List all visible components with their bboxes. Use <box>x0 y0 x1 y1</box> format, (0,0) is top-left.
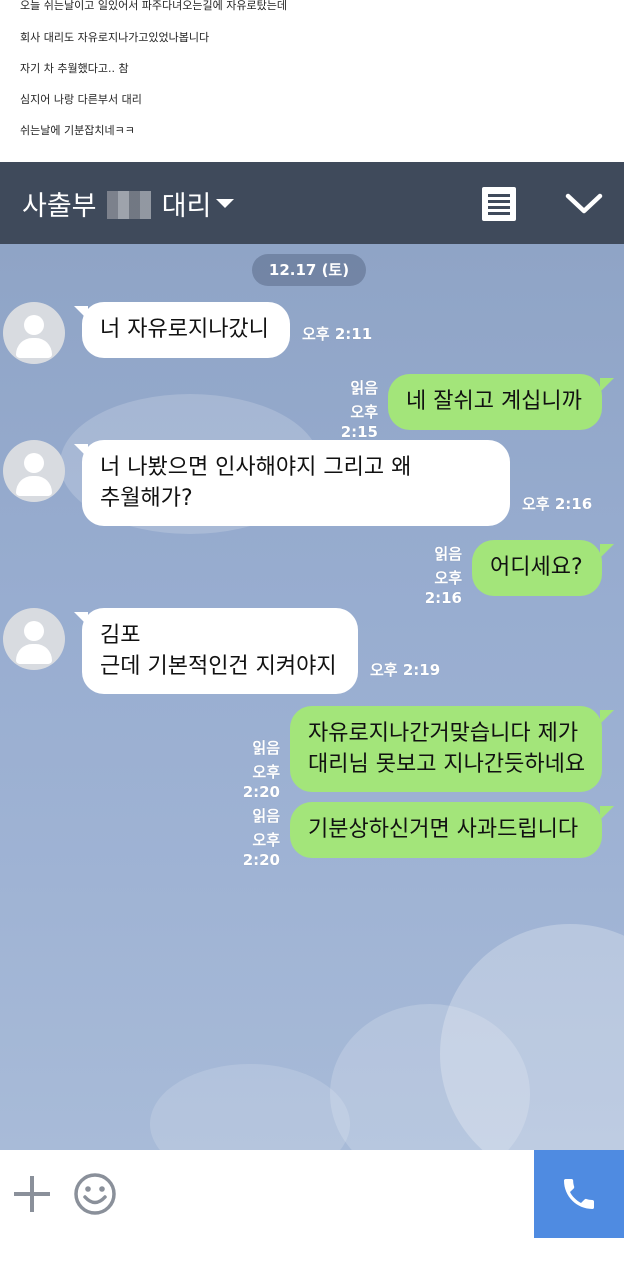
call-button[interactable] <box>534 1150 624 1238</box>
caption-line: 자기 차 추월했다고.. 참 <box>20 62 129 75</box>
chat-title-prefix: 사출부 <box>22 191 97 222</box>
caption-line: 회사 대리도 자유로지나가고있었나봅니다 <box>20 31 210 44</box>
message-time: 오후 2:16 <box>424 569 462 607</box>
chat-title[interactable]: 사출부 대리 <box>22 184 211 223</box>
message-text: 너 자유로지나갔니 <box>100 317 269 342</box>
message-text: 근데 기본적인건 지켜야지 <box>100 654 337 679</box>
chat-title-suffix: 대리 <box>161 191 212 222</box>
avatar[interactable] <box>3 302 65 364</box>
plus-icon[interactable] <box>14 1176 50 1212</box>
caption-line: 오늘 쉬는날이고 일있어서 파주다녀오는길에 자유로탔는데 <box>20 0 287 12</box>
message-text: 기분상하신거면 사과드립니다 <box>308 817 579 842</box>
message-text: 어디세요? <box>490 555 583 580</box>
chat-screen: 사출부 대리 12.17 (토) 너 자유로지나갔니 오후 2:11 읽음 오후… <box>0 162 624 1238</box>
phone-icon <box>564 1179 594 1209</box>
message-time: 오후 2:11 <box>302 325 373 343</box>
message-text: 너 나봤으면 인사해야지 그리고 왜 <box>100 455 412 480</box>
caption-line: 쉬는날에 기분잡치네ㅋㅋ <box>20 124 135 137</box>
message-bubble[interactable]: 김포 근데 기본적인건 지켜야지 <box>82 608 358 694</box>
message-bubble[interactable]: 어디세요? <box>472 540 602 596</box>
message-time: 오후 2:15 <box>340 403 378 441</box>
message-time: 오후 2:20 <box>242 763 280 801</box>
read-receipt: 읽음 <box>252 739 280 757</box>
message-text: 자유로지나간거맞습니다 제가 <box>308 721 579 746</box>
message-text: 추월해가? <box>100 486 193 511</box>
read-receipt: 읽음 <box>434 545 462 563</box>
message-time: 오후 2:20 <box>242 831 280 869</box>
date-divider: 12.17 (토) <box>252 254 366 286</box>
chat-header: 사출부 대리 <box>0 162 624 244</box>
menu-icon[interactable] <box>482 187 516 221</box>
message-time: 오후 2:16 <box>522 495 593 513</box>
avatar[interactable] <box>3 440 65 502</box>
message-list[interactable]: 12.17 (토) 너 자유로지나갔니 오후 2:11 읽음 오후 2:15 네… <box>0 244 624 1150</box>
message-time: 오후 2:19 <box>370 661 441 679</box>
emoji-icon[interactable] <box>73 1172 117 1216</box>
read-receipt: 읽음 <box>350 379 378 397</box>
message-bubble[interactable]: 기분상하신거면 사과드립니다 <box>290 802 602 858</box>
read-receipt: 읽음 <box>252 807 280 825</box>
blurred-name <box>107 191 152 219</box>
message-bubble[interactable]: 너 나봤으면 인사해야지 그리고 왜 추월해가? <box>82 440 510 526</box>
avatar[interactable] <box>3 608 65 670</box>
message-text: 대리님 못보고 지나간듯하네요 <box>308 752 586 777</box>
input-bar <box>0 1150 624 1238</box>
message-bubble[interactable]: 너 자유로지나갔니 <box>82 302 290 358</box>
message-bubble[interactable]: 네 잘쉬고 계십니까 <box>388 374 602 430</box>
message-text: 김포 <box>100 623 141 648</box>
post-caption: 오늘 쉬는날이고 일있어서 파주다녀오는길에 자유로탔는데 회사 대리도 자유로… <box>20 0 620 155</box>
chevron-down-icon[interactable] <box>216 199 234 208</box>
caption-line: 심지어 나랑 다른부서 대리 <box>20 93 142 106</box>
message-text: 네 잘쉬고 계십니까 <box>406 389 582 414</box>
collapse-icon[interactable] <box>562 186 606 220</box>
message-bubble[interactable]: 자유로지나간거맞습니다 제가 대리님 못보고 지나간듯하네요 <box>290 706 602 792</box>
